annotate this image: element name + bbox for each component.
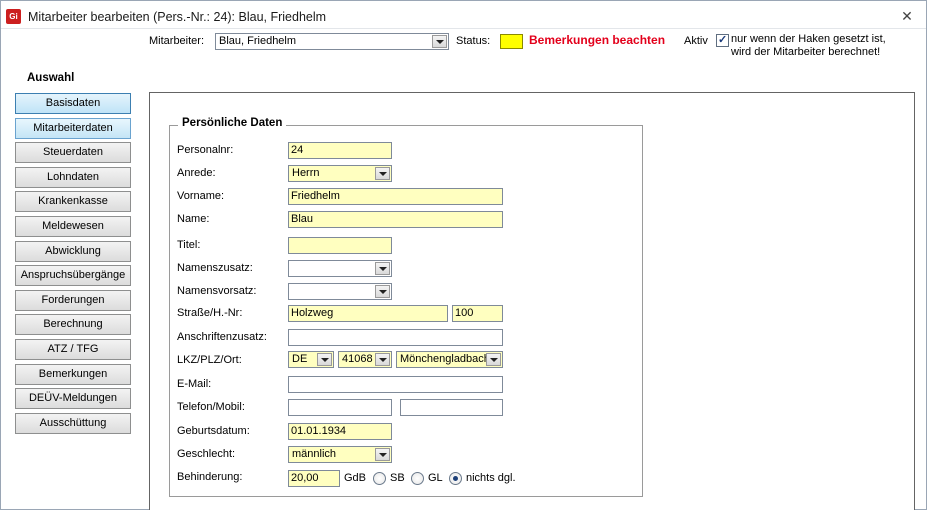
behinderung-field[interactable]: 20,00	[288, 470, 340, 487]
title-bar: Gi Mitarbeiter bearbeiten (Pers.-Nr.: 24…	[1, 1, 926, 29]
chevron-down-icon[interactable]	[375, 262, 390, 275]
geschlecht-value: männlich	[292, 448, 337, 460]
anschriftenzusatz-label: Anschriftenzusatz:	[177, 331, 267, 343]
sidebar-item-deuev-meldungen[interactable]: DEÜV-Meldungen	[15, 388, 131, 409]
chevron-down-icon[interactable]	[432, 35, 447, 48]
vorname-value: Friedhelm	[291, 190, 340, 202]
chevron-down-icon[interactable]	[375, 448, 390, 461]
aktiv-label: Aktiv	[684, 35, 708, 47]
personalnr-value: 24	[291, 144, 304, 156]
mobile-field[interactable]	[400, 399, 503, 416]
personal-data-group-title: Persönliche Daten	[178, 117, 287, 129]
personalnr-label: Personalnr:	[177, 144, 234, 156]
titel-label: Titel:	[177, 239, 201, 251]
telefon-label: Telefon/Mobil:	[177, 401, 245, 413]
chevron-down-icon[interactable]	[375, 285, 390, 298]
email-field[interactable]	[288, 376, 503, 393]
aktiv-checkbox[interactable]	[716, 33, 729, 47]
namenszusatz-label: Namenszusatz:	[177, 262, 253, 274]
sidebar-item-steuerdaten[interactable]: Steuerdaten	[15, 142, 131, 163]
namensvorsatz-select[interactable]	[288, 283, 392, 300]
radio-gl-label: GL	[428, 472, 443, 484]
sidebar-item-meldewesen[interactable]: Meldewesen	[15, 216, 131, 237]
aktiv-note-line1: nur wenn der Haken gesetzt ist,	[731, 33, 886, 45]
chevron-down-icon[interactable]	[375, 353, 390, 366]
lkz-value: DE	[292, 353, 308, 365]
namensvorsatz-label: Namensvorsatz:	[177, 285, 257, 297]
name-field[interactable]: Blau	[288, 211, 503, 228]
employee-edit-window: Gi Mitarbeiter bearbeiten (Pers.-Nr.: 24…	[0, 0, 927, 510]
sidebar-item-bemerkungen[interactable]: Bemerkungen	[15, 364, 131, 385]
geburtsdatum-field[interactable]: 01.01.1934	[288, 423, 392, 440]
status-text: Bemerkungen beachten	[529, 33, 666, 47]
mitarbeiter-select[interactable]: Blau, Friedhelm	[215, 33, 449, 50]
sidebar-item-berechnung[interactable]: Berechnung	[15, 314, 131, 335]
titel-field[interactable]	[288, 237, 392, 254]
anrede-value: Herrn	[292, 167, 320, 179]
strasse-label: Straße/H.-Nr:	[177, 307, 243, 319]
lkz-select[interactable]: DE	[288, 351, 334, 368]
sidebar-title: Auswahl	[27, 72, 75, 84]
street-field[interactable]: Holzweg	[288, 305, 448, 322]
namenszusatz-select[interactable]	[288, 260, 392, 277]
mitarbeiter-select-value: Blau, Friedhelm	[219, 35, 297, 47]
status-color-indicator	[500, 34, 523, 49]
aktiv-note: nur wenn der Haken gesetzt ist, wird der…	[731, 33, 886, 59]
sidebar-item-abwicklung[interactable]: Abwicklung	[15, 241, 131, 262]
chevron-down-icon[interactable]	[375, 167, 390, 180]
personalnr-field[interactable]: 24	[288, 142, 392, 159]
plz-select[interactable]: 41068	[338, 351, 392, 368]
behinderung-label: Behinderung:	[177, 471, 243, 483]
chevron-down-icon[interactable]	[317, 353, 332, 366]
window-title: Mitarbeiter bearbeiten (Pers.-Nr.: 24): …	[28, 10, 327, 24]
sidebar-item-basisdaten[interactable]: Basisdaten	[15, 93, 131, 114]
radio-gl[interactable]	[411, 472, 424, 485]
geschlecht-select[interactable]: männlich	[288, 446, 392, 463]
city-select[interactable]: Mönchengladbach	[396, 351, 503, 368]
radio-nichts-dgl[interactable]	[449, 472, 462, 485]
anrede-label: Anrede:	[177, 167, 216, 179]
vorname-label: Vorname:	[177, 190, 225, 202]
street-value: Holzweg	[291, 307, 334, 319]
geburtsdatum-value: 01.01.1934	[291, 425, 347, 437]
app-logo-icon: Gi	[6, 9, 21, 24]
radio-sb-label: SB	[390, 472, 405, 484]
house-number-value: 100	[455, 307, 474, 319]
city-value: Mönchengladbach	[400, 353, 490, 365]
radio-sb[interactable]	[373, 472, 386, 485]
phone-field[interactable]	[288, 399, 392, 416]
vorname-field[interactable]: Friedhelm	[288, 188, 503, 205]
sidebar-item-krankenkasse[interactable]: Krankenkasse	[15, 191, 131, 212]
behinderung-value: 20,00	[291, 472, 319, 484]
sidebar-item-atz-tfg[interactable]: ATZ / TFG	[15, 339, 131, 360]
gdb-label: GdB	[344, 472, 367, 484]
geschlecht-label: Geschlecht:	[177, 448, 236, 460]
status-label: Status:	[456, 35, 491, 47]
email-label: E-Mail:	[177, 378, 212, 390]
sidebar-item-forderungen[interactable]: Forderungen	[15, 290, 131, 311]
plz-value: 41068	[342, 353, 373, 365]
sidebar-item-lohndaten[interactable]: Lohndaten	[15, 167, 131, 188]
chevron-down-icon[interactable]	[486, 353, 501, 366]
mitarbeiter-label: Mitarbeiter:	[149, 35, 205, 47]
radio-nichts-dgl-label: nichts dgl.	[466, 472, 516, 484]
anrede-select[interactable]: Herrn	[288, 165, 392, 182]
sidebar-item-mitarbeiterdaten[interactable]: Mitarbeiterdaten	[15, 118, 131, 139]
ort-label: LKZ/PLZ/Ort:	[177, 354, 242, 366]
house-number-field[interactable]: 100	[452, 305, 503, 322]
geburtsdatum-label: Geburtsdatum:	[177, 425, 250, 437]
sidebar-item-anspruchsuebergaenge[interactable]: Anspruchsübergänge	[15, 265, 131, 286]
close-icon[interactable]: ✕	[900, 9, 914, 23]
sidebar-item-ausschuettung[interactable]: Ausschüttung	[15, 413, 131, 434]
aktiv-note-line2: wird der Mitarbeiter berechnet!	[731, 46, 881, 58]
anschriftenzusatz-field[interactable]	[288, 329, 503, 346]
name-label: Name:	[177, 213, 210, 225]
name-value: Blau	[291, 213, 314, 225]
